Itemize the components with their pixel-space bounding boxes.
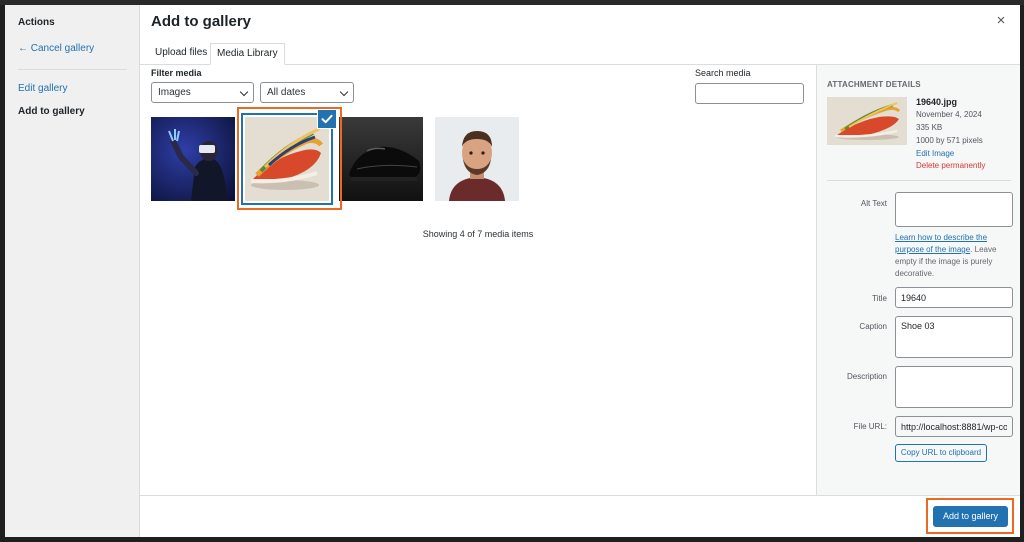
cancel-gallery-link[interactable]: ← Cancel gallery [18, 43, 94, 54]
media-type-value: Images [158, 87, 191, 98]
title-field[interactable] [895, 287, 1013, 308]
title-label: Title [872, 294, 887, 303]
attachment-date: November 4, 2024 [916, 110, 982, 119]
alt-text-field[interactable] [895, 192, 1013, 227]
deselect-checkmark-button[interactable] [318, 110, 336, 128]
close-icon[interactable]: × [993, 13, 1009, 29]
media-type-select[interactable]: Images [151, 82, 254, 103]
tab-media-library[interactable]: Media Library [210, 43, 285, 65]
attachment-black-shoe[interactable] [339, 117, 423, 201]
attachment-dimensions: 1000 by 571 pixels [916, 136, 983, 145]
attachment-man-portrait[interactable] [435, 117, 519, 201]
menu-item-add-to-gallery[interactable]: Add to gallery [18, 106, 85, 117]
alt-text-help: Learn how to describe the purpose of the… [895, 232, 1013, 280]
colorful-shoe-image [827, 97, 907, 145]
router-tabs: Upload files Media Library [140, 38, 1020, 65]
search-media-label: Search media [695, 68, 751, 78]
chevron-down-icon [239, 87, 249, 97]
attachment-preview [827, 97, 907, 145]
filter-media-label: Filter media [151, 68, 202, 78]
chevron-down-icon [339, 87, 349, 97]
media-date-select[interactable]: All dates [260, 82, 354, 103]
edit-image-link[interactable]: Edit Image [916, 149, 954, 158]
tab-upload-files[interactable]: Upload files [149, 43, 213, 65]
person-vr-headset-image [151, 117, 235, 201]
copy-url-button[interactable]: Copy URL to clipboard [895, 444, 987, 462]
delete-permanently-link[interactable]: Delete permanently [916, 161, 985, 170]
attachment-details-panel: ATTACHMENT DETAILS 19640.jpg November 4,… [816, 65, 1020, 495]
attachment-vr-person[interactable] [151, 117, 235, 201]
details-separator [827, 180, 1011, 181]
add-to-gallery-button[interactable]: Add to gallery [933, 506, 1008, 527]
caption-label: Caption [859, 322, 887, 331]
menu-heading: Actions [18, 17, 55, 28]
checkmark-icon [321, 114, 333, 124]
media-toolbar [140, 495, 1020, 537]
menu-separator [18, 69, 127, 70]
attachment-filename: 19640.jpg [916, 97, 958, 107]
file-url-label: File URL: [853, 422, 887, 431]
description-field[interactable] [895, 366, 1013, 408]
media-count-text: Showing 4 of 7 media items [422, 229, 534, 239]
file-url-field[interactable] [895, 416, 1013, 437]
black-leather-shoe-image [339, 117, 423, 201]
media-menu: Actions ← Cancel gallery Edit gallery Ad… [5, 5, 140, 537]
attachment-size: 335 KB [916, 123, 943, 132]
media-date-value: All dates [267, 87, 306, 98]
modal-title: Add to gallery [151, 13, 252, 30]
man-portrait-image [435, 117, 519, 201]
caption-field[interactable]: Shoe 03 [895, 316, 1013, 358]
search-media-input[interactable] [695, 83, 804, 104]
description-label: Description [846, 372, 887, 381]
attachment-details-heading: ATTACHMENT DETAILS [827, 80, 921, 89]
menu-item-edit-gallery[interactable]: Edit gallery [18, 83, 67, 94]
media-modal: Actions ← Cancel gallery Edit gallery Ad… [5, 5, 1020, 537]
alt-text-label: Alt Text [860, 199, 887, 208]
